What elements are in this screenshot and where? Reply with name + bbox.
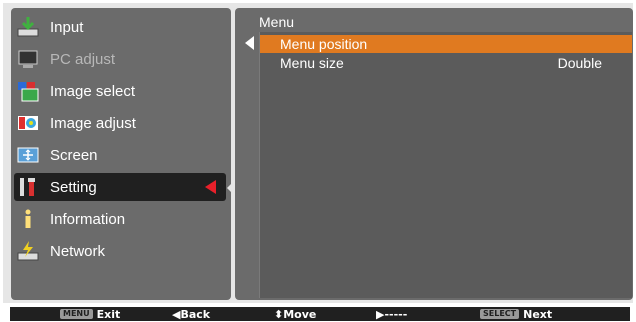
selection-arrow-icon [205,180,216,194]
screen-icon [16,143,40,167]
menu-item-label: Image select [50,82,136,100]
submenu-options: Menu position Menu size Double [259,32,632,298]
menu-item-label: Setting [50,178,97,196]
menu-item-setting[interactable]: Setting [14,173,226,201]
menu-item-image-select[interactable]: Image select [14,77,226,105]
option-label: Menu size [280,55,344,71]
menu-item-image-adjust[interactable]: Image adjust [14,109,226,137]
footer-exit-label: Exit [96,307,121,321]
network-icon [16,239,40,263]
option-label: Menu position [280,36,368,52]
input-icon [16,15,40,39]
menu-item-input[interactable]: Input [14,13,226,41]
information-icon [16,207,40,231]
menu-item-network[interactable]: Network [14,237,226,265]
menu-item-label: Screen [50,146,98,164]
menu-item-pc-adjust[interactable]: PC adjust [14,45,226,73]
footer-move-label: ⬍Move [274,307,317,321]
option-menu-position[interactable]: Menu position [260,35,632,53]
menu-item-label: Input [50,18,84,36]
footer-move[interactable]: ⬍Move [274,307,316,321]
select-key-icon: SELECT [480,309,520,319]
option-value: Double [557,55,602,71]
key-guide-bar: MENU Exit ◀Back ⬍Move ▶----- SELECT Next [10,307,630,321]
image-select-icon [16,79,40,103]
footer-next[interactable]: SELECT Next [480,307,552,321]
osd-frame: Input PC adjust Image select Image adjus… [3,3,633,303]
option-menu-size[interactable]: Menu size Double [260,54,632,72]
menu-item-label: Image adjust [50,114,136,132]
menu-item-label: PC adjust [50,50,116,68]
menu-item-screen[interactable]: Screen [14,141,226,169]
footer-back-label: ◀Back [172,307,211,321]
pc-adjust-icon [16,47,40,71]
footer-exit[interactable]: MENU Exit [60,307,120,321]
option-pointer-icon [245,36,254,50]
submenu-panel: Menu Menu position Menu size Double [235,8,633,300]
menu-item-label: Information [50,210,126,228]
image-adjust-icon [16,111,40,135]
footer-next-label: Next [523,307,553,321]
footer-right[interactable]: ▶----- [376,307,407,321]
menu-item-information[interactable]: Information [14,205,226,233]
main-menu: Input PC adjust Image select Image adjus… [11,8,231,300]
menu-key-icon: MENU [60,309,93,319]
footer-right-label: ▶----- [376,307,408,321]
menu-item-label: Network [50,242,106,260]
setting-icon [16,175,40,199]
footer-back[interactable]: ◀Back [172,307,210,321]
submenu-title: Menu [259,14,295,30]
